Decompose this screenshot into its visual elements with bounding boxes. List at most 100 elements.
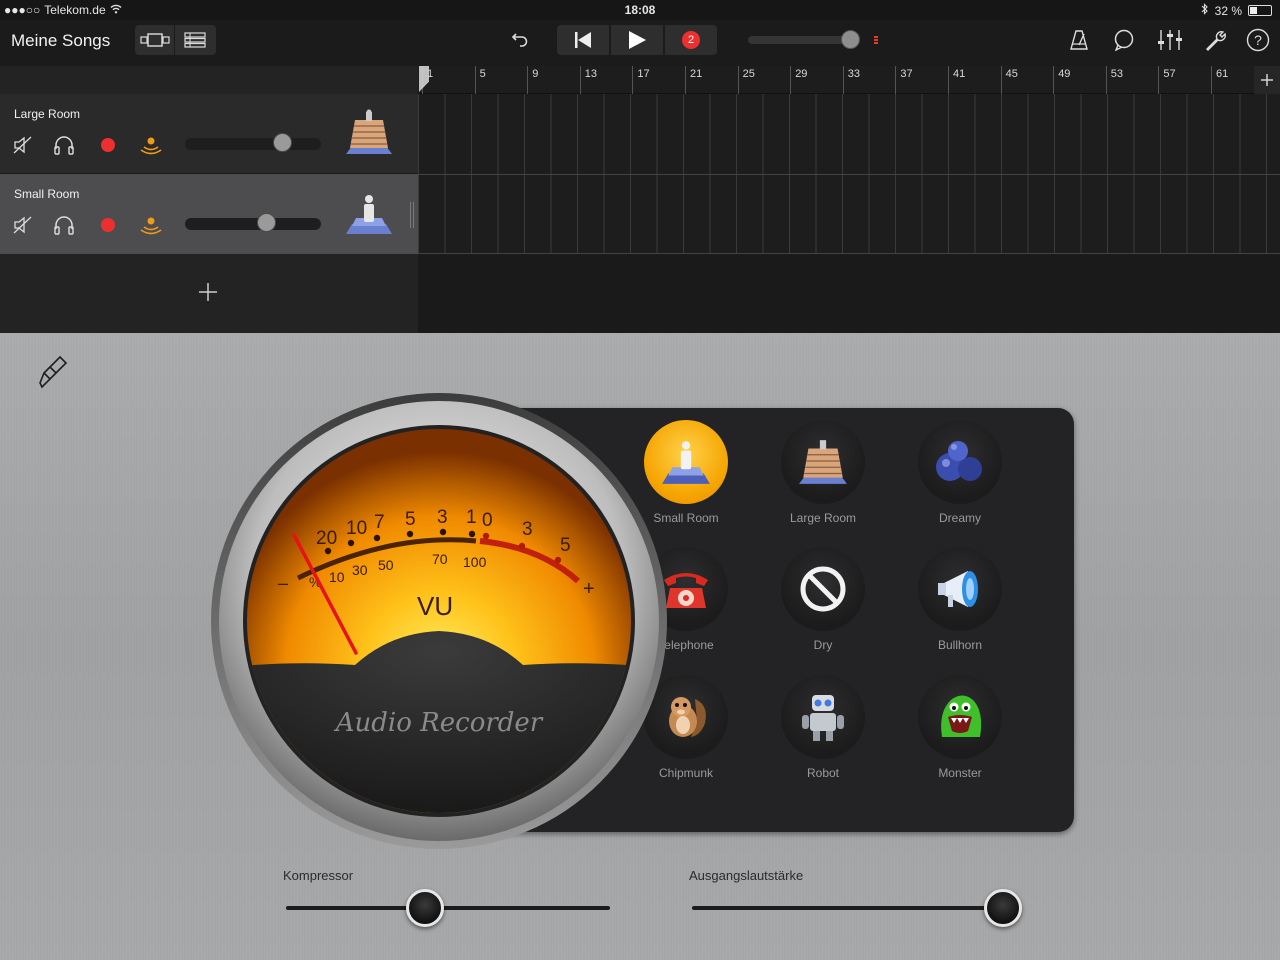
ruler-bar-number: 21	[685, 66, 702, 94]
lane-divider	[418, 174, 1280, 175]
ruler-bar-number: 57	[1158, 66, 1176, 94]
vu-scale-label: 5	[560, 535, 571, 556]
large-room-track-icon	[344, 108, 394, 158]
play-button[interactable]	[611, 25, 663, 55]
track-name: Small Room	[14, 187, 80, 201]
track-header-large-room[interactable]: Large Room	[0, 94, 418, 174]
ruler-bar-number: 45	[1000, 66, 1018, 94]
compressor-slider[interactable]	[286, 906, 610, 910]
output-volume-slider[interactable]	[692, 906, 1016, 910]
mute-speaker-icon	[13, 136, 32, 154]
loop-browser-button[interactable]	[1110, 25, 1138, 55]
master-volume-slider[interactable]	[748, 36, 856, 44]
bullhorn-icon	[918, 547, 1002, 631]
ruler-bar-number: 29	[790, 66, 807, 94]
solo-button[interactable]	[53, 214, 75, 236]
input-settings-button[interactable]	[38, 355, 68, 389]
preset-label: Bullhorn	[937, 638, 983, 652]
timeline[interactable]: 1 5 9 13 17 21 25 29 33 37 41 45 49 53 57 61	[418, 66, 1280, 333]
small-room-track-icon	[344, 188, 394, 238]
bar-ruler[interactable]: 1 5 9 13 17 21 25 29 33 37 41 45 49 53 57 61	[418, 66, 1280, 94]
output-volume-knob[interactable]	[984, 889, 1023, 927]
go-to-start-icon	[575, 32, 591, 48]
ruler-bar-number: 17	[632, 66, 650, 94]
ruler-bar-number: 41	[948, 66, 965, 94]
track-volume-slider[interactable]	[185, 138, 321, 150]
output-volume-label: Ausgangslautstärke	[689, 868, 804, 883]
dreamy-icon	[918, 420, 1002, 504]
vu-brand-label: Audio Recorder	[334, 708, 544, 738]
preset-robot-button[interactable]: Robot	[768, 675, 878, 785]
settings-button[interactable]	[1202, 25, 1230, 55]
vu-scale-label: 5	[405, 509, 416, 530]
compressor-knob[interactable]	[406, 889, 445, 927]
help-button[interactable]: ?	[1244, 25, 1272, 55]
tracks-view-icon	[184, 32, 206, 48]
track-lanes[interactable]	[418, 94, 1280, 254]
master-volume-knob[interactable]	[841, 30, 860, 49]
mixer-button[interactable]	[1155, 25, 1185, 55]
status-time: 18:08	[624, 3, 656, 17]
large-room-icon	[781, 420, 865, 504]
track-volume-knob[interactable]	[257, 213, 277, 232]
vu-meter: 20 10 7 5 3 1 0 3 5 % 10 30 50 70 100 – …	[210, 393, 668, 851]
preset-dry-button[interactable]: Dry	[768, 547, 878, 657]
track-resize-handle[interactable]	[410, 202, 416, 228]
ruler-bar-number: 37	[895, 66, 913, 94]
audio-jack-icon	[39, 355, 68, 389]
input-monitor-button[interactable]	[140, 214, 162, 236]
vu-percent-label: 30	[352, 562, 368, 578]
tracks-view-button[interactable]	[175, 25, 215, 55]
monster-icon	[918, 675, 1002, 759]
my-songs-button[interactable]: Meine Songs	[11, 31, 110, 51]
vu-scale-label: 0	[482, 510, 493, 531]
track-name: Large Room	[14, 107, 81, 121]
track-volume-slider[interactable]	[185, 218, 321, 230]
track-list: Large Room Small Room	[0, 66, 418, 333]
svg-text:?: ?	[1254, 32, 1262, 48]
view-toggle	[135, 25, 216, 55]
bluetooth-icon	[1201, 3, 1209, 18]
preset-monster-button[interactable]: Monster	[905, 675, 1015, 785]
play-icon	[629, 31, 646, 49]
vu-percent-label: 50	[378, 557, 394, 573]
ruler-bar-number: 9	[527, 66, 538, 94]
vu-percent-label: 10	[329, 569, 345, 585]
ruler-bar-number: 5	[474, 66, 486, 94]
vu-scale-label: 10	[346, 518, 367, 539]
audio-recorder-panel: Small Room Large Room Dreamy Telephone Dry Bu…	[0, 333, 1280, 960]
ruler-bar-number: 53	[1105, 66, 1123, 94]
robot-icon	[781, 675, 865, 759]
preset-dreamy-button[interactable]: Dreamy	[905, 420, 1015, 530]
help-icon: ?	[1246, 28, 1270, 52]
solo-button[interactable]	[53, 134, 75, 156]
metronome-button[interactable]	[1065, 25, 1093, 55]
mute-button[interactable]	[12, 134, 34, 156]
loop-icon	[1114, 29, 1134, 51]
battery-icon	[1248, 5, 1272, 16]
instrument-view-button[interactable]	[135, 25, 175, 55]
preset-bullhorn-button[interactable]: Bullhorn	[905, 547, 1015, 657]
plus-icon	[199, 283, 217, 301]
track-header-small-room[interactable]: Small Room	[0, 174, 418, 254]
preset-label: Robot	[806, 766, 840, 780]
input-monitor-button[interactable]	[140, 134, 162, 156]
vu-scale-label: 3	[437, 507, 448, 528]
undo-button[interactable]	[506, 25, 534, 55]
preset-label: Large Room	[789, 511, 857, 525]
metronome-icon	[1070, 30, 1088, 50]
vu-percent-label: 70	[432, 551, 448, 567]
vu-scale-label: 20	[316, 528, 337, 549]
record-button[interactable]: 2	[665, 25, 717, 55]
rewind-button[interactable]	[557, 25, 609, 55]
add-section-button[interactable]	[1254, 66, 1280, 94]
record-enable-button[interactable]	[97, 214, 119, 236]
dry-icon	[781, 547, 865, 631]
preset-large-room-button[interactable]: Large Room	[768, 420, 878, 530]
monitoring-icon	[140, 137, 162, 155]
vu-title: VU	[417, 591, 453, 621]
add-track-button[interactable]	[196, 280, 220, 304]
record-enable-button[interactable]	[97, 134, 119, 156]
compressor-label: Kompressor	[283, 868, 354, 883]
mute-button[interactable]	[12, 214, 34, 236]
